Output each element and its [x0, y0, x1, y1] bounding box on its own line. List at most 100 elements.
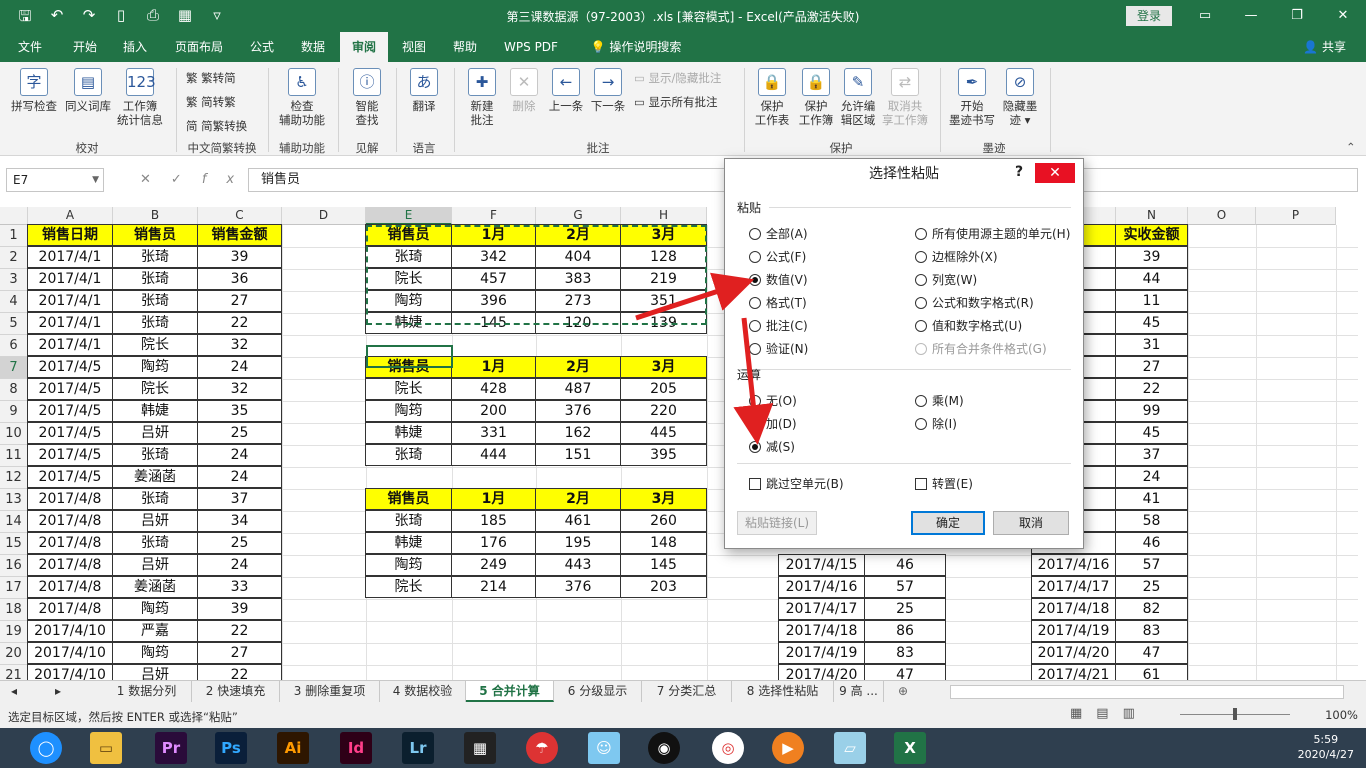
table-cell[interactable]: 2017/4/5 [27, 466, 113, 488]
table-cell[interactable]: 203 [620, 576, 707, 598]
table-cell[interactable]: 24 [197, 554, 282, 576]
table-cell[interactable]: 57 [864, 576, 946, 598]
table-cell[interactable]: 张琦 [112, 268, 198, 290]
table-cell[interactable]: 陶筠 [112, 356, 198, 378]
ok-button[interactable]: 确定 [911, 511, 985, 535]
table-cell[interactable]: 22 [197, 620, 282, 642]
collapse-ribbon-icon[interactable]: ⌃ [1346, 140, 1356, 154]
table-cell[interactable]: 张琦 [112, 246, 198, 268]
radio-option[interactable]: 除(I) [915, 415, 957, 432]
table-cell[interactable]: 姜涵菡 [112, 576, 198, 598]
page-layout-view-icon[interactable]: ▤ [1096, 706, 1122, 721]
table-cell[interactable]: 2017/4/10 [27, 664, 113, 680]
photoshop-icon[interactable]: Ps [215, 732, 247, 764]
row-header[interactable]: 5 [0, 313, 28, 335]
system-clock[interactable]: 5:59 2020/4/27 [1298, 732, 1354, 762]
table-cell[interactable]: 2017/4/21 [1031, 664, 1116, 680]
table-cell[interactable]: 205 [620, 378, 707, 400]
tab-review[interactable]: 审阅 [340, 32, 388, 62]
radio-option[interactable]: 公式(F) [749, 248, 806, 265]
smart-lookup-button[interactable]: ⓘ 智能 查找 [344, 68, 390, 127]
table-cell[interactable]: 2017/4/8 [27, 488, 113, 510]
column-header-g[interactable]: G [536, 207, 621, 225]
umbrella-app-icon[interactable]: ☂ [526, 732, 558, 764]
table-cell[interactable]: 46 [1115, 532, 1188, 554]
table-cell[interactable]: 2017/4/19 [778, 642, 865, 664]
table-header-cell[interactable]: 1月 [451, 488, 536, 510]
radio-option[interactable]: 所有使用源主题的单元(H) [915, 225, 1070, 242]
table-cell[interactable]: 428 [451, 378, 536, 400]
table-cell[interactable]: 487 [535, 378, 621, 400]
table-cell[interactable]: 张琦 [112, 444, 198, 466]
close-window-icon[interactable]: ✕ [1320, 0, 1366, 32]
radio-option[interactable]: 公式和数字格式(R) [915, 294, 1034, 311]
radio-option[interactable]: 所有合并条件格式(G) [915, 340, 1047, 357]
sheet-tab[interactable]: 7 分类汇总 [642, 681, 732, 702]
restore-icon[interactable]: ❐ [1274, 0, 1320, 32]
tab-data[interactable]: 数据 [290, 32, 336, 62]
tab-page-layout[interactable]: 页面布局 [164, 32, 234, 62]
table-header-cell[interactable]: 销售金额 [197, 224, 282, 246]
table-cell[interactable]: 2017/4/8 [27, 554, 113, 576]
table-cell[interactable]: 姜涵菡 [112, 466, 198, 488]
table-cell[interactable]: 32 [197, 378, 282, 400]
sheet-tab[interactable]: 6 分级显示 [554, 681, 642, 702]
table-cell[interactable]: 35 [197, 400, 282, 422]
table-cell[interactable]: 2017/4/10 [27, 642, 113, 664]
table-cell[interactable]: 57 [1115, 554, 1188, 576]
sheet-tab[interactable]: 8 选择性粘贴 [732, 681, 834, 702]
table-cell[interactable]: 2017/4/5 [27, 422, 113, 444]
translate-button[interactable]: あ翻译 [402, 68, 446, 113]
row-header[interactable]: 2 [0, 247, 28, 269]
table-cell[interactable]: 吕妍 [112, 554, 198, 576]
table-cell[interactable]: 36 [197, 268, 282, 290]
table-cell[interactable]: 2017/4/10 [27, 620, 113, 642]
column-header-b[interactable]: B [113, 207, 198, 225]
table-cell[interactable]: 25 [864, 598, 946, 620]
table-cell[interactable]: 27 [197, 290, 282, 312]
table-cell[interactable]: 99 [1115, 400, 1188, 422]
unshare-workbook-button[interactable]: ⇄ 取消共 享工作簿 [878, 68, 932, 127]
radio-option[interactable]: 格式(T) [749, 294, 807, 311]
table-cell[interactable]: 22 [197, 664, 282, 680]
table-cell[interactable]: 陶筠 [365, 554, 452, 576]
row-header[interactable]: 16 [0, 555, 28, 577]
row-header[interactable]: 12 [0, 467, 28, 489]
table-cell[interactable]: 82 [1115, 598, 1188, 620]
table-cell[interactable]: 83 [1115, 620, 1188, 642]
table-cell[interactable]: 张琦 [365, 444, 452, 466]
table-cell[interactable]: 44 [1115, 268, 1188, 290]
skip-blanks-checkbox[interactable]: 跳过空单元(B) [749, 475, 844, 492]
row-header[interactable]: 9 [0, 401, 28, 423]
table-cell[interactable]: 83 [864, 642, 946, 664]
table-cell[interactable]: 陶筠 [112, 642, 198, 664]
table-cell[interactable]: 22 [197, 312, 282, 334]
radio-option[interactable]: 全部(A) [749, 225, 808, 242]
column-header-h[interactable]: H [621, 207, 707, 225]
row-header[interactable]: 21 [0, 665, 28, 680]
table-cell[interactable]: 韩婕 [365, 422, 452, 444]
table-cell[interactable]: 2017/4/20 [778, 664, 865, 680]
qq-icon[interactable]: ◉ [648, 732, 680, 764]
table-cell[interactable]: 376 [535, 400, 621, 422]
table-cell[interactable]: 443 [535, 554, 621, 576]
column-header-f[interactable]: F [452, 207, 536, 225]
table-cell[interactable]: 25 [1115, 576, 1188, 598]
table-header-cell[interactable]: 3月 [620, 488, 707, 510]
sheet-tab[interactable]: 5 合并计算 [466, 681, 554, 702]
table-cell[interactable]: 2017/4/5 [27, 378, 113, 400]
show-hide-comment-button[interactable]: ▭ 显示/隐藏批注 [634, 70, 721, 86]
table-cell[interactable]: 韩婕 [112, 400, 198, 422]
table-cell[interactable]: 11 [1115, 290, 1188, 312]
hide-ink-button[interactable]: ⊘ 隐藏墨迹 ▾ [998, 68, 1042, 127]
login-button[interactable]: 登录 [1126, 6, 1172, 26]
table-cell[interactable]: 2017/4/8 [27, 532, 113, 554]
table-cell[interactable]: 24 [1115, 466, 1188, 488]
radio-option[interactable]: 批注(C) [749, 317, 808, 334]
table-cell[interactable]: 2017/4/1 [27, 334, 113, 356]
browser-icon[interactable]: ◯ [30, 732, 62, 764]
table-cell[interactable]: 27 [1115, 356, 1188, 378]
table-cell[interactable]: 61 [1115, 664, 1188, 680]
add-sheet-icon[interactable]: ⊕ [892, 681, 914, 702]
excel-taskbar-icon[interactable]: X [894, 732, 926, 764]
